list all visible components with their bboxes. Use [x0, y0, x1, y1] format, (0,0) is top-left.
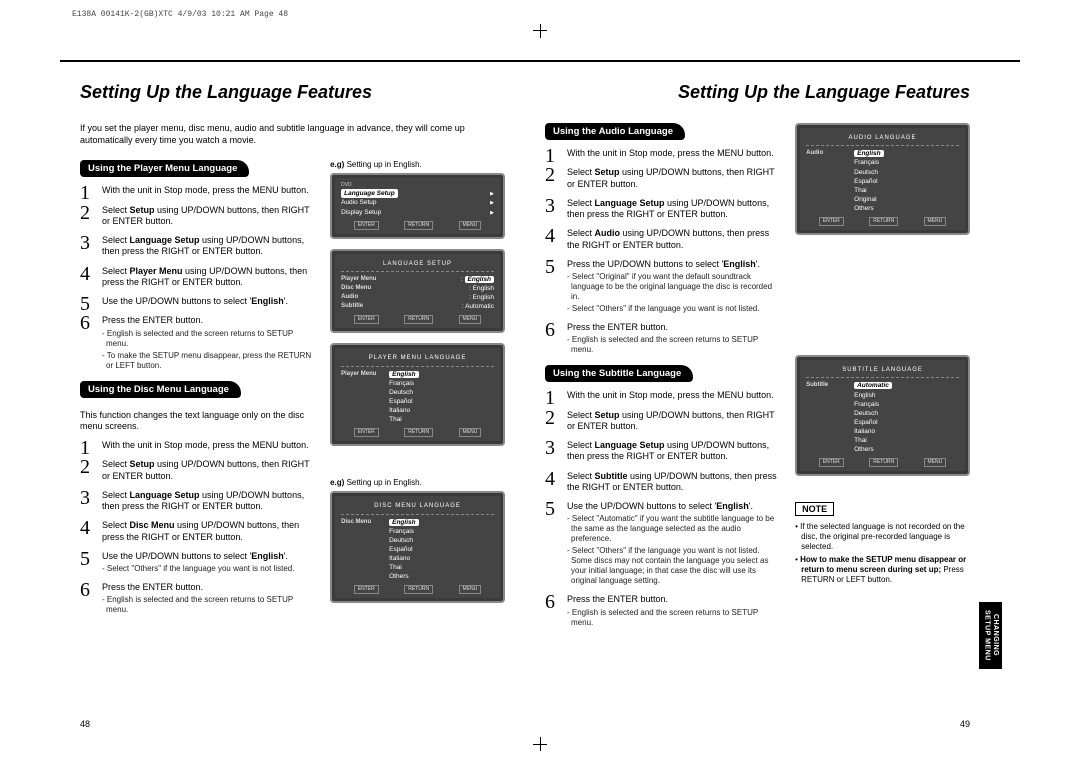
section-tab-disc-menu: Using the Disc Menu Language	[80, 381, 241, 398]
step-subnote: Select "Original" if you want the defaul…	[567, 272, 781, 302]
screenshot-subtitle-lang: SUBTITLE LANGUAGESubtitleAutomaticEnglis…	[795, 355, 970, 476]
page-title: Setting Up the Language Features	[545, 82, 970, 103]
content-area: Setting Up the Language Features If you …	[60, 60, 1020, 733]
step-subnote: English is selected and the screen retur…	[567, 335, 781, 355]
note-item: How to make the SETUP menu disappear or …	[795, 555, 970, 585]
step-item: Select Setup using UP/DOWN buttons, then…	[545, 410, 781, 433]
page-number: 49	[960, 719, 970, 729]
page-number: 48	[80, 719, 90, 729]
step-item: Select Language Setup using UP/DOWN butt…	[545, 198, 781, 221]
step-item: Select Language Setup using UP/DOWN butt…	[80, 490, 316, 513]
note-label: NOTE	[795, 502, 834, 516]
example-label: e.g) Setting up in English.	[330, 160, 505, 169]
crop-mark	[540, 24, 541, 38]
step-item: With the unit in Stop mode, press the ME…	[80, 185, 316, 196]
step-subnote: English is selected and the screen retur…	[102, 595, 316, 615]
crop-mark	[533, 30, 547, 31]
step-subnote: Select "Others" if the language you want…	[567, 304, 781, 314]
step-item: With the unit in Stop mode, press the ME…	[80, 440, 316, 451]
step-item: Press the ENTER button.English is select…	[80, 582, 316, 615]
step-item: Select Setup using UP/DOWN buttons, then…	[545, 167, 781, 190]
step-subnote: Select "Others" if the language you want…	[567, 546, 781, 586]
page-title: Setting Up the Language Features	[80, 82, 505, 103]
side-tab: CHANGINGSETUP MENU	[979, 602, 1002, 669]
steps-disc-menu: With the unit in Stop mode, press the ME…	[80, 440, 316, 615]
step-item: Select Language Setup using UP/DOWN butt…	[80, 235, 316, 258]
step-subnote: English is selected and the screen retur…	[102, 329, 316, 349]
step-item: Use the UP/DOWN buttons to select 'Engli…	[80, 296, 316, 307]
screenshot-language-setup: LANGUAGE SETUPPlayer Menu: EnglishDisc M…	[330, 249, 505, 334]
steps-player-menu: With the unit in Stop mode, press the ME…	[80, 185, 316, 370]
note-list: If the selected language is not recorded…	[795, 522, 970, 585]
step-item: Select Subtitle using UP/DOWN buttons, t…	[545, 471, 781, 494]
screenshot-setup-menu: DVDLanguage SetupAudio SetupDisplay Setu…	[330, 173, 505, 238]
step-item: Use the UP/DOWN buttons to select 'Engli…	[80, 551, 316, 574]
step-item: Select Setup using UP/DOWN buttons, then…	[80, 205, 316, 228]
step-subnote: English is selected and the screen retur…	[567, 608, 781, 628]
example-label: e.g) Setting up in English.	[330, 478, 505, 487]
step-item: Press the ENTER button.English is select…	[80, 315, 316, 370]
disc-menu-intro: This function changes the text language …	[80, 410, 316, 433]
step-subnote: To make the SETUP menu disappear, press …	[102, 351, 316, 371]
section-tab-subtitle: Using the Subtitle Language	[545, 365, 693, 382]
step-item: Use the UP/DOWN buttons to select 'Engli…	[545, 501, 781, 586]
step-subnote: Select "Others" if the language you want…	[102, 564, 316, 574]
page-sheet: E138A 00141K-2(GB)XTC 4/9/03 10:21 AM Pa…	[0, 0, 1080, 763]
steps-audio: With the unit in Stop mode, press the ME…	[545, 148, 781, 355]
screenshot-audio-lang: AUDIO LANGUAGEAudioEnglishFrançaisDeutsc…	[795, 123, 970, 235]
page-right: Setting Up the Language Features Using t…	[525, 62, 1020, 733]
step-item: With the unit in Stop mode, press the ME…	[545, 390, 781, 401]
section-tab-player-menu: Using the Player Menu Language	[80, 160, 249, 177]
screenshot-player-menu-lang: PLAYER MENU LANGUAGEPlayer MenuEnglishFr…	[330, 343, 505, 446]
step-item: Press the UP/DOWN buttons to select 'Eng…	[545, 259, 781, 314]
step-item: Press the ENTER button.English is select…	[545, 594, 781, 627]
step-item: Select Language Setup using UP/DOWN butt…	[545, 440, 781, 463]
steps-subtitle: With the unit in Stop mode, press the ME…	[545, 390, 781, 627]
step-item: With the unit in Stop mode, press the ME…	[545, 148, 781, 159]
screenshot-disc-menu-lang: DISC MENU LANGUAGEDisc MenuEnglishFrança…	[330, 491, 505, 603]
page-left: Setting Up the Language Features If you …	[60, 62, 525, 733]
step-item: Select Setup using UP/DOWN buttons, then…	[80, 459, 316, 482]
step-item: Select Player Menu using UP/DOWN buttons…	[80, 266, 316, 289]
intro-text: If you set the player menu, disc menu, a…	[80, 123, 505, 146]
crop-mark	[533, 744, 547, 745]
step-item: Select Disc Menu using UP/DOWN buttons, …	[80, 520, 316, 543]
doc-header: E138A 00141K-2(GB)XTC 4/9/03 10:21 AM Pa…	[72, 10, 288, 19]
step-subnote: Select "Automatic" if you want the subti…	[567, 514, 781, 544]
step-item: Select Audio using UP/DOWN buttons, then…	[545, 228, 781, 251]
section-tab-audio: Using the Audio Language	[545, 123, 685, 140]
step-item: Press the ENTER button.English is select…	[545, 322, 781, 355]
note-item: If the selected language is not recorded…	[795, 522, 970, 552]
